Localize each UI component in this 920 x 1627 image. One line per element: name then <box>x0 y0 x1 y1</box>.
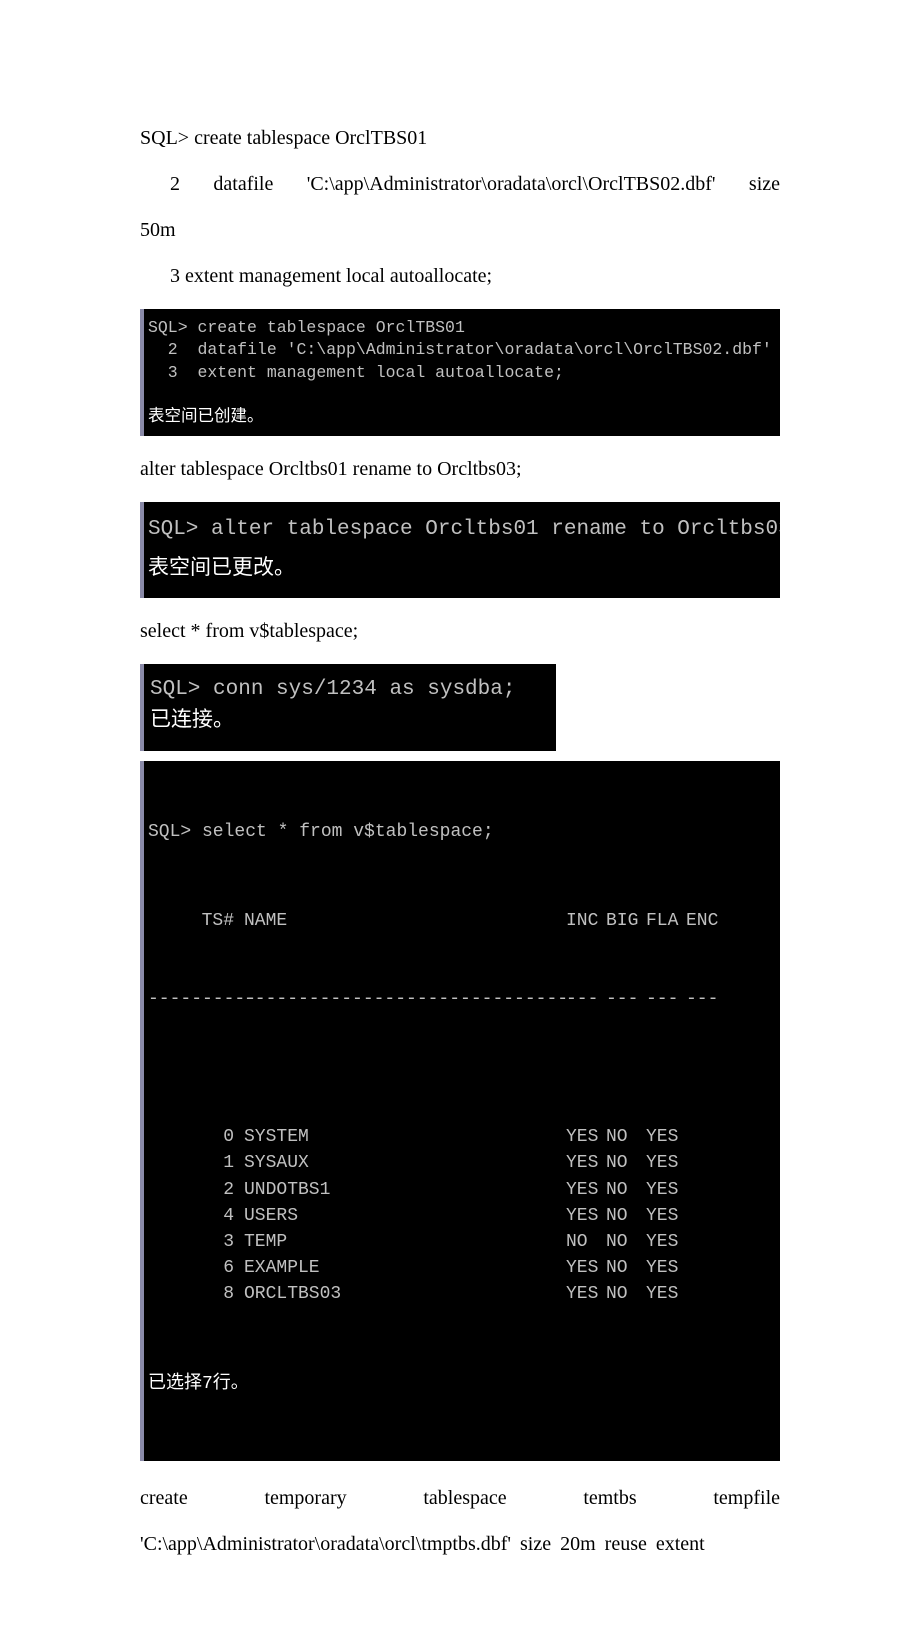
table-cell: YES <box>646 1177 686 1203</box>
select-statement: select * from v$tablespace; <box>140 608 780 654</box>
table-cell: 2 <box>148 1177 244 1203</box>
table-cell: 4 <box>148 1203 244 1229</box>
table-cell: NO <box>606 1255 646 1281</box>
table-header: FLA <box>646 908 686 934</box>
table-cell: 6 <box>148 1255 244 1281</box>
table-header-row: TS# NAME INC BIG FLA ENC <box>148 908 776 934</box>
table-cell: YES <box>566 1177 606 1203</box>
table-header: INC <box>566 908 606 934</box>
table-cell: NO <box>606 1281 646 1307</box>
table-cell <box>686 1150 726 1176</box>
sql-line-4: 3 extent management local autoallocate; <box>140 253 780 299</box>
table-cell: YES <box>566 1281 606 1307</box>
table-cell: YES <box>566 1255 606 1281</box>
table-cell: 3 <box>148 1229 244 1255</box>
table-row: 2UNDOTBS1YESNOYES <box>148 1177 776 1203</box>
table-cell: YES <box>646 1124 686 1150</box>
table-cell: YES <box>646 1229 686 1255</box>
terminal-status: 已连接。 <box>150 710 234 733</box>
table-cell: NO <box>606 1203 646 1229</box>
table-cell: NO <box>606 1124 646 1150</box>
table-cell <box>686 1177 726 1203</box>
table-cell: 1 <box>148 1150 244 1176</box>
table-row: 1SYSAUXYESNOYES <box>148 1150 776 1176</box>
table-cell <box>686 1255 726 1281</box>
table-cell: YES <box>566 1203 606 1229</box>
table-cell: 0 <box>148 1124 244 1150</box>
terminal-block-1: SQL> create tablespace OrclTBS01 2 dataf… <box>140 309 780 436</box>
table-cell: NO <box>606 1177 646 1203</box>
terminal-status: 表空间已更改。 <box>148 558 295 581</box>
table-cell: YES <box>566 1124 606 1150</box>
terminal-line: SQL> create tablespace OrclTBS01 <box>148 318 465 337</box>
table-header: ENC <box>686 908 726 934</box>
table-cell: UNDOTBS1 <box>244 1177 566 1203</box>
table-footer: 已选择7行。 <box>148 1371 776 1397</box>
table-cell: USERS <box>244 1203 566 1229</box>
table-query: SQL> select * from v$tablespace; <box>148 819 776 845</box>
table-cell: SYSAUX <box>244 1150 566 1176</box>
table-row: 0SYSTEMYESNOYES <box>148 1124 776 1150</box>
table-cell: YES <box>646 1281 686 1307</box>
table-cell <box>686 1229 726 1255</box>
terminal-status: 表空间已创建。 <box>148 407 264 426</box>
terminal-line: SQL> conn sys/1234 as sysdba; <box>150 678 515 701</box>
terminal-block-2: SQL> alter tablespace Orcltbs01 rename t… <box>140 502 780 598</box>
table-cell: YES <box>646 1150 686 1176</box>
table-cell <box>686 1281 726 1307</box>
sql-line-2: 2 datafile 'C:\app\Administrator\oradata… <box>140 161 780 207</box>
create-temp-line-2: 'C:\app\Administrator\oradata\orcl\tmptb… <box>140 1521 780 1567</box>
document-page: SQL> create tablespace OrclTBS01 2 dataf… <box>0 0 920 1627</box>
table-cell <box>686 1203 726 1229</box>
table-cell: YES <box>646 1255 686 1281</box>
sql-line-3: 50m <box>140 207 780 253</box>
sql-line-1: SQL> create tablespace OrclTBS01 <box>140 115 780 161</box>
table-cell: EXAMPLE <box>244 1255 566 1281</box>
table-cell: ORCLTBS03 <box>244 1281 566 1307</box>
table-header: TS# <box>148 908 244 934</box>
alter-statement: alter tablespace Orcltbs01 rename to Orc… <box>140 446 780 492</box>
table-separator-row: ---------- -----------------------------… <box>148 986 776 1012</box>
table-row: 3TEMPNONOYES <box>148 1229 776 1255</box>
terminal-line: 2 datafile 'C:\app\Administrator\oradata… <box>148 340 780 359</box>
terminal-block-3: SQL> conn sys/1234 as sysdba; 已连接。 <box>140 664 556 751</box>
table-row: 6EXAMPLEYESNOYES <box>148 1255 776 1281</box>
table-row: 8ORCLTBS03YESNOYES <box>148 1281 776 1307</box>
table-header: BIG <box>606 908 646 934</box>
terminal-line: SQL> alter tablespace Orcltbs01 rename t… <box>148 518 780 541</box>
table-cell <box>686 1124 726 1150</box>
table-cell: NO <box>606 1229 646 1255</box>
table-header: NAME <box>244 908 566 934</box>
table-cell: 8 <box>148 1281 244 1307</box>
table-row: 4USERSYESNOYES <box>148 1203 776 1229</box>
terminal-line: 3 extent management local autoallocate; <box>148 363 564 382</box>
table-cell: NO <box>606 1150 646 1176</box>
table-cell: YES <box>566 1150 606 1176</box>
table-cell: NO <box>566 1229 606 1255</box>
table-cell: TEMP <box>244 1229 566 1255</box>
table-cell: YES <box>646 1203 686 1229</box>
create-temp-line-1: create temporary tablespace temtbs tempf… <box>140 1475 780 1521</box>
terminal-table-block: SQL> select * from v$tablespace; TS# NAM… <box>140 761 780 1461</box>
table-cell: SYSTEM <box>244 1124 566 1150</box>
